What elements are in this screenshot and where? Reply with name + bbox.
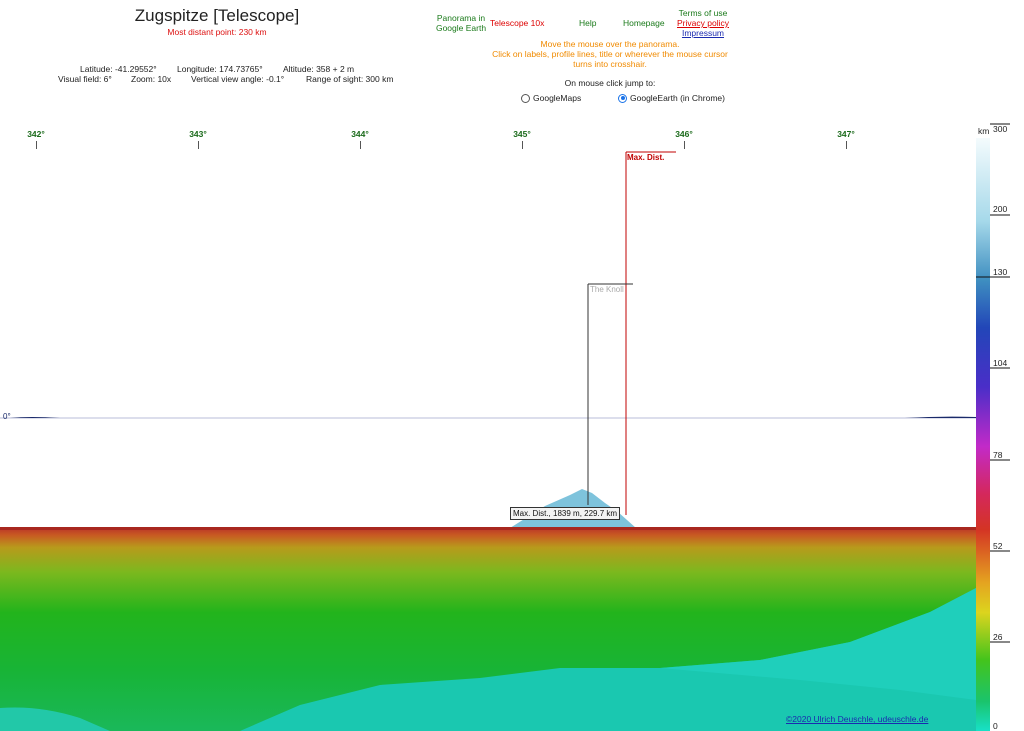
copyright-link[interactable]: ©2020 Ulrich Deuschle, udeuschle.de [786,714,928,724]
distance-color-scale [976,138,990,731]
scale-label-104: 104 [993,358,1008,368]
scale-unit: km [978,126,990,136]
panorama-canvas[interactable] [0,0,1024,731]
max-dist-tooltip: Max. Dist., 1839 m, 229.7 km [510,507,621,520]
peak-label[interactable]: The Knoll [590,285,624,294]
scale-label-0: 0 [993,721,998,731]
scale-label-130: 130 [993,267,1008,277]
scale-label-200: 200 [993,204,1008,214]
scale-label-26: 26 [993,632,1003,642]
scale-label-78: 78 [993,450,1003,460]
horizon-marker-right [905,416,976,418]
scale-label-52: 52 [993,541,1003,551]
max-dist-label[interactable]: Max. Dist. [627,153,664,162]
terrain-ridge-line [0,527,976,530]
scale-label-300: 300 [993,124,1008,134]
horizon-label: 0° [3,412,11,421]
